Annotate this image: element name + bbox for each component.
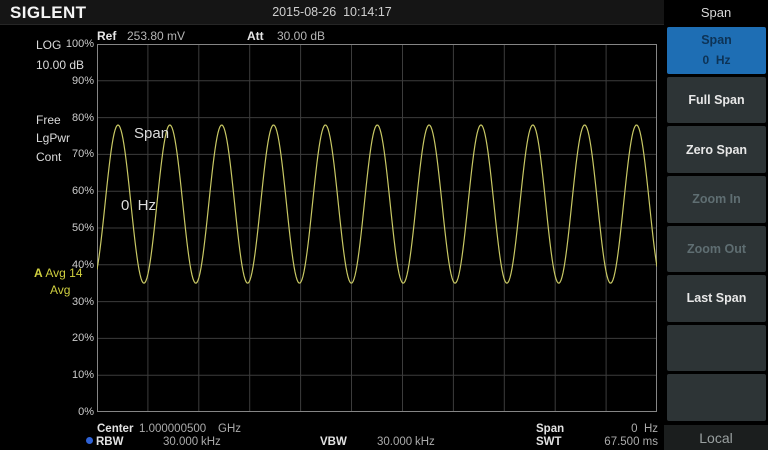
softkey-last-span-label: Last Span <box>687 291 747 305</box>
softkey-last-span[interactable]: Last Span <box>667 275 766 322</box>
analyzer-screen: SIGLENT 2015-08-26 10:14:17 LOG 10.00 dB… <box>0 0 768 450</box>
softkey-zoom-in-label: Zoom In <box>692 192 741 206</box>
top-status-bar: SIGLENT 2015-08-26 10:14:17 <box>0 0 664 25</box>
y-axis-tick: 60% <box>54 185 94 197</box>
span-readout-label: Span <box>536 423 564 436</box>
y-axis-tick: 80% <box>54 112 94 124</box>
att-value: 30.00 dB <box>277 29 325 43</box>
center-freq-value: 1.000000500 <box>139 423 206 436</box>
softkey-span-value: 0 Hz <box>702 53 730 67</box>
swt-label: SWT <box>536 436 562 449</box>
att-label: Att <box>247 29 264 43</box>
swt-value: 67.500 ms <box>590 436 658 449</box>
softkey-full-span[interactable]: Full Span <box>667 77 766 124</box>
span-overlay-line1: Span <box>121 122 169 146</box>
softkey-menu: Span Span 0 Hz Full Span Zero Span Zoom … <box>664 0 768 450</box>
rbw-label: RBW <box>96 436 123 449</box>
ref-value: 253.80 mV <box>127 29 185 43</box>
span-overlay-line2: 0 Hz <box>121 194 169 218</box>
scale-label: 10.00 dB <box>36 58 84 72</box>
vbw-value: 30.000 <box>377 436 412 449</box>
graticule <box>97 44 657 412</box>
softkey-span[interactable]: Span 0 Hz <box>667 27 766 74</box>
y-axis-tick: 90% <box>54 75 94 87</box>
y-axis-tick: 10% <box>54 369 94 381</box>
y-axis-tick: 20% <box>54 332 94 344</box>
softkey-blank-1 <box>667 325 766 372</box>
y-axis-tick: 70% <box>54 148 94 160</box>
datetime-display: 2015-08-26 10:14:17 <box>0 5 664 19</box>
rbw-value: 30.000 <box>163 436 198 449</box>
y-axis-tick: 30% <box>54 296 94 308</box>
trace-waveform <box>97 125 657 283</box>
y-axis-tick: 100% <box>54 38 94 50</box>
y-axis-tick: 0% <box>54 406 94 418</box>
rbw-marker-icon <box>86 437 93 444</box>
center-freq-unit: GHz <box>218 423 241 436</box>
y-axis-tick: 40% <box>54 259 94 271</box>
softkey-zero-span-label: Zero Span <box>686 143 747 157</box>
ref-label: Ref <box>97 29 116 43</box>
span-overlay: Span 0 Hz <box>121 74 169 266</box>
softkey-zoom-out[interactable]: Zoom Out <box>667 226 766 273</box>
menu-title: Span <box>664 5 768 20</box>
softkey-zero-span[interactable]: Zero Span <box>667 126 766 173</box>
vbw-label: VBW <box>320 436 347 449</box>
rbw-unit: kHz <box>201 436 221 449</box>
softkey-zoom-out-label: Zoom Out <box>687 242 746 256</box>
center-freq-label: Center <box>97 423 133 436</box>
softkey-full-span-label: Full Span <box>688 93 744 107</box>
detector-mode-label: LgPwr <box>36 131 70 145</box>
span-readout-value: 0 Hz <box>600 423 658 436</box>
local-status-button[interactable]: Local <box>664 425 768 450</box>
softkey-span-label: Span <box>701 33 732 47</box>
softkey-button-column: Span 0 Hz Full Span Zero Span Zoom In Zo… <box>667 27 766 421</box>
softkey-zoom-in[interactable]: Zoom In <box>667 176 766 223</box>
vbw-unit: kHz <box>415 436 435 449</box>
y-axis-tick: 50% <box>54 222 94 234</box>
trace-id: A <box>34 266 43 280</box>
softkey-blank-2 <box>667 374 766 421</box>
